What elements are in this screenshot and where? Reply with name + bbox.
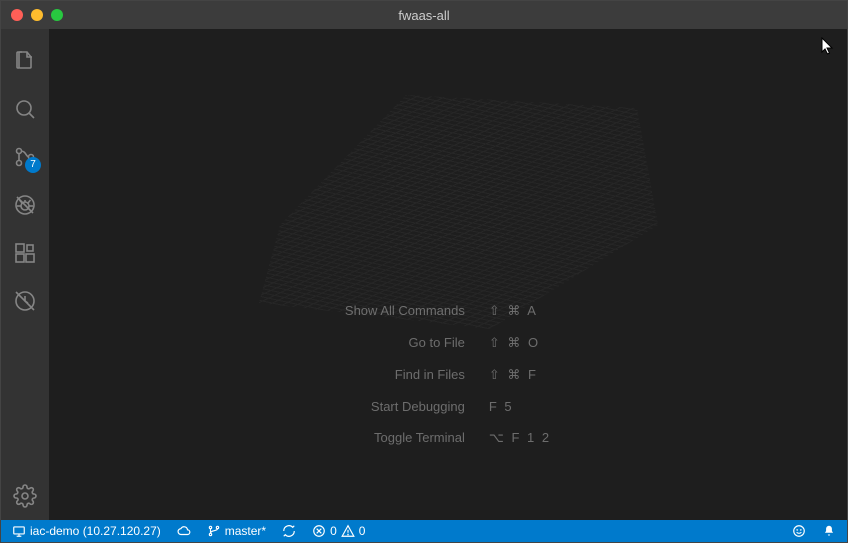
- sync-icon: [282, 524, 296, 538]
- gear-icon: [13, 484, 37, 508]
- settings-tab[interactable]: [1, 472, 49, 520]
- clock-icon: [13, 289, 37, 313]
- bell-icon: [822, 524, 836, 538]
- branch-icon: [207, 524, 221, 538]
- editor-welcome: Show All Commands ⇧ ⌘ A Go to File ⇧ ⌘ O…: [49, 29, 847, 520]
- scm-tab[interactable]: 7: [1, 133, 49, 181]
- shortcut-keys: ⇧ ⌘ F: [489, 367, 551, 383]
- shortcut-keys: ⇧ ⌘ A: [489, 303, 551, 319]
- debug-tab[interactable]: [1, 181, 49, 229]
- notifications-button[interactable]: [819, 520, 839, 542]
- warning-count: 0: [359, 524, 366, 538]
- remote-indicator[interactable]: iac-demo (10.27.120.27): [9, 520, 164, 542]
- timeline-tab[interactable]: [1, 277, 49, 325]
- search-icon: [13, 97, 37, 121]
- search-tab[interactable]: [1, 85, 49, 133]
- bug-icon: [13, 193, 37, 217]
- warning-icon: [341, 524, 355, 538]
- explorer-tab[interactable]: [1, 37, 49, 85]
- shortcut-label: Show All Commands: [345, 303, 465, 319]
- error-icon: [312, 524, 326, 538]
- extensions-tab[interactable]: [1, 229, 49, 277]
- shortcut-list: Show All Commands ⇧ ⌘ A Go to File ⇧ ⌘ O…: [345, 303, 551, 446]
- close-window-button[interactable]: [11, 9, 23, 21]
- zoom-window-button[interactable]: [51, 9, 63, 21]
- activity-bar: 7: [1, 29, 49, 520]
- background-watermark: [238, 69, 658, 329]
- shortcut-keys: ⇧ ⌘ O: [489, 335, 551, 351]
- extensions-icon: [13, 241, 37, 265]
- shortcut-keys: ⌥ F 1 2: [489, 430, 551, 446]
- remote-label: iac-demo (10.27.120.27): [30, 524, 161, 538]
- branch-label: master*: [225, 524, 266, 538]
- git-branch[interactable]: master*: [204, 520, 269, 542]
- scm-badge: 7: [25, 157, 41, 173]
- shortcut-label: Find in Files: [345, 367, 465, 383]
- shortcut-keys: F 5: [489, 399, 551, 414]
- shortcut-label: Go to File: [345, 335, 465, 351]
- smiley-icon: [792, 524, 806, 538]
- error-count: 0: [330, 524, 337, 538]
- sync-button[interactable]: [279, 520, 299, 542]
- feedback-button[interactable]: [789, 520, 809, 542]
- window-title: fwaas-all: [1, 8, 847, 23]
- shortcut-label: Start Debugging: [345, 399, 465, 414]
- shortcut-label: Toggle Terminal: [345, 430, 465, 446]
- minimize-window-button[interactable]: [31, 9, 43, 21]
- status-bar: iac-demo (10.27.120.27) master* 0 0: [1, 520, 847, 542]
- titlebar: fwaas-all: [1, 1, 847, 29]
- cloud-status[interactable]: [174, 520, 194, 542]
- files-icon: [13, 49, 37, 73]
- remote-icon: [12, 524, 26, 538]
- cloud-icon: [177, 524, 191, 538]
- window-controls: [11, 9, 63, 21]
- problems-indicator[interactable]: 0 0: [309, 520, 368, 542]
